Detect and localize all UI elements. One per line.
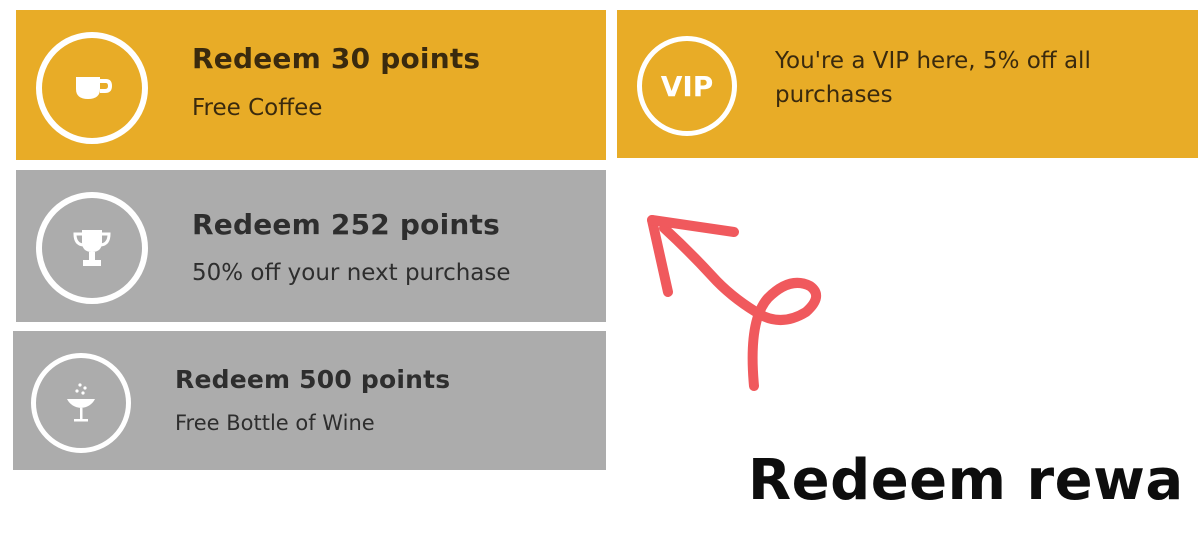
reward-card-free-wine[interactable]: Redeem 500 points Free Bottle of Wine <box>13 331 606 470</box>
vip-badge-icon: VIP <box>637 36 737 136</box>
champagne-glass-icon <box>31 353 131 453</box>
coffee-cup-icon <box>36 32 148 144</box>
reward-title: Redeem 30 points <box>192 42 481 75</box>
vip-badge-label: VIP <box>660 69 714 103</box>
vip-text: You're a VIP here, 5% off all purchases <box>775 48 1091 108</box>
caption-text: Redeem rewa <box>748 448 1184 513</box>
reward-subtitle: Free Coffee <box>192 95 323 121</box>
reward-card-50-off[interactable]: Redeem 252 points 50% off your next purc… <box>16 170 606 322</box>
reward-card-free-coffee[interactable]: Redeem 30 points Free Coffee <box>16 10 606 160</box>
reward-title: Redeem 252 points <box>192 208 500 241</box>
vip-card[interactable]: VIP You're a VIP here, 5% off all purcha… <box>617 10 1198 158</box>
reward-subtitle: Free Bottle of Wine <box>175 411 375 435</box>
trophy-icon <box>36 192 148 304</box>
reward-title: Redeem 500 points <box>175 365 451 394</box>
curly-arrow-annotation <box>647 215 821 391</box>
reward-subtitle: 50% off your next purchase <box>192 260 511 286</box>
